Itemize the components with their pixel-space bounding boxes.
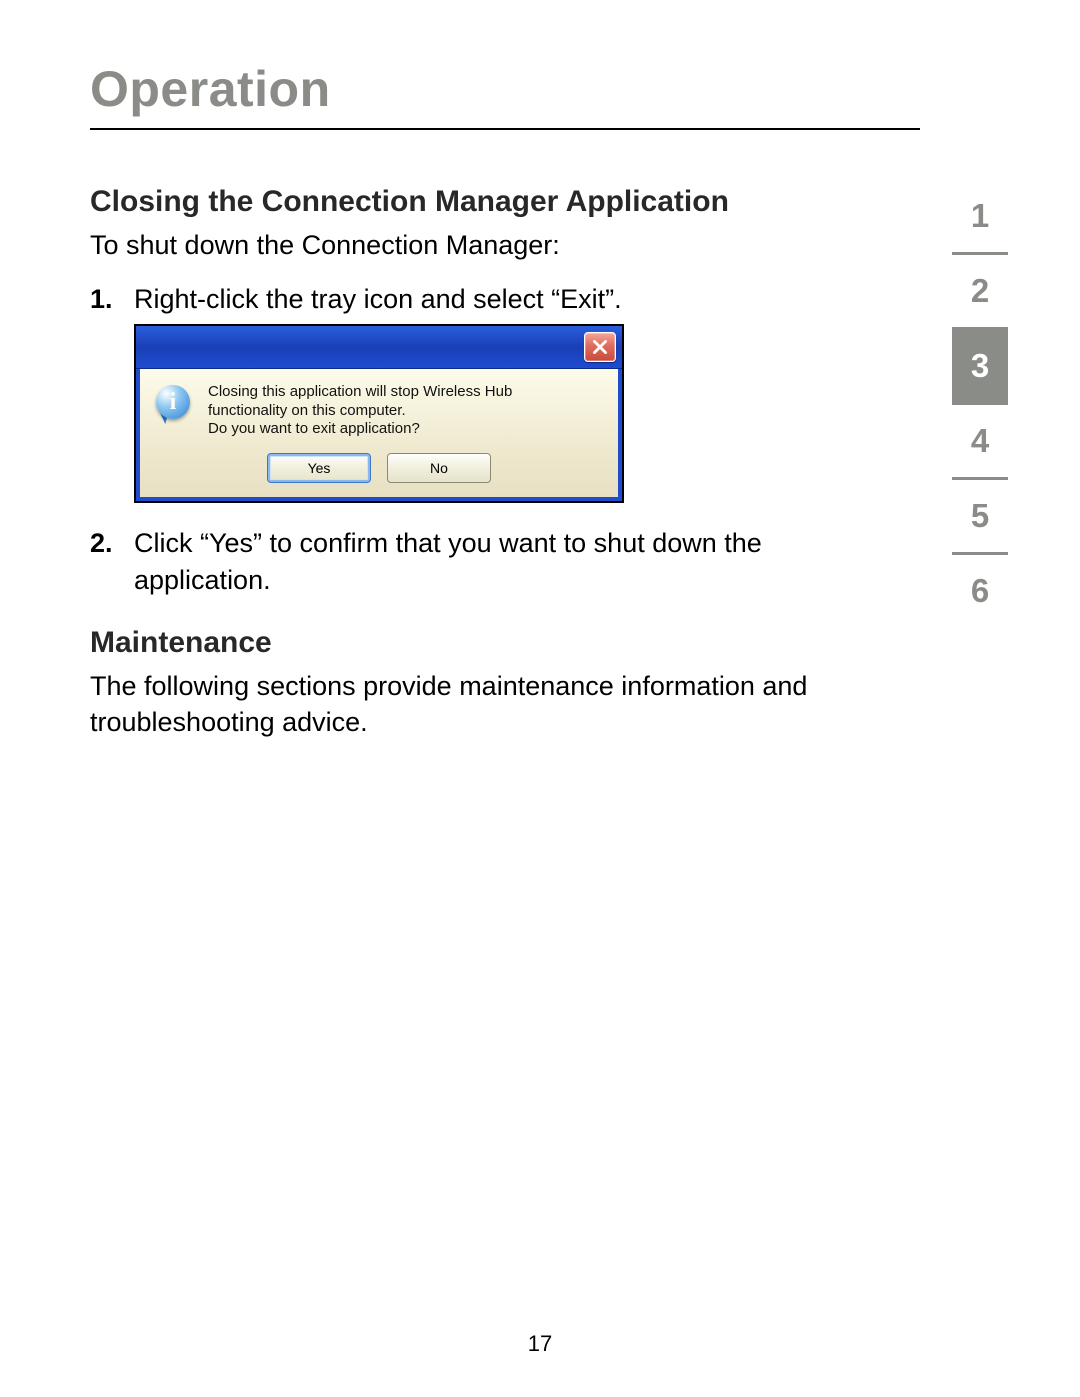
title-rule xyxy=(90,128,920,130)
section-nav: 1 2 3 4 5 6 xyxy=(952,180,1008,627)
dialog-line1: Closing this application will stop Wirel… xyxy=(208,383,512,400)
section-nav-5[interactable]: 5 xyxy=(952,480,1008,555)
dialog-line2: functionality on this computer. xyxy=(208,402,406,419)
step-1: 1. Right-click the tray icon and select … xyxy=(90,281,830,503)
info-glyph: i xyxy=(170,386,177,418)
section-nav-4[interactable]: 4 xyxy=(952,405,1008,480)
page-title: Operation xyxy=(90,60,1020,118)
dialog-buttons: Yes No xyxy=(136,447,622,501)
closing-steps: 1. Right-click the tray icon and select … xyxy=(90,281,830,598)
section-nav-6[interactable]: 6 xyxy=(952,555,1008,627)
closing-intro: To shut down the Connection Manager: xyxy=(90,227,830,263)
dialog-titlebar xyxy=(136,326,622,369)
main-content: Closing the Connection Manager Applicati… xyxy=(90,185,830,741)
maintenance-heading: Maintenance xyxy=(90,626,830,660)
step-2-text: Click “Yes” to confirm that you want to … xyxy=(134,528,762,594)
exit-dialog-screenshot: i Closing this application will stop Wir… xyxy=(134,324,624,503)
step-2: 2. Click “Yes” to confirm that you want … xyxy=(90,525,830,598)
step-1-number: 1. xyxy=(90,281,113,317)
step-2-number: 2. xyxy=(90,525,113,561)
dialog-message: Closing this application will stop Wirel… xyxy=(208,383,604,439)
section-nav-2[interactable]: 2 xyxy=(952,255,1008,330)
yes-button[interactable]: Yes xyxy=(267,453,371,483)
section-nav-1[interactable]: 1 xyxy=(952,180,1008,255)
dialog-line3: Do you want to exit application? xyxy=(208,420,420,437)
exit-dialog: i Closing this application will stop Wir… xyxy=(136,326,622,501)
section-nav-3[interactable]: 3 xyxy=(952,330,1008,405)
closing-heading: Closing the Connection Manager Applicati… xyxy=(90,185,830,219)
step-1-text: Right-click the tray icon and select “Ex… xyxy=(134,284,622,314)
page-number: 17 xyxy=(0,1331,1080,1357)
info-icon: i xyxy=(154,383,196,439)
dialog-body: i Closing this application will stop Wir… xyxy=(136,369,622,447)
close-icon[interactable] xyxy=(584,332,616,362)
maintenance-body: The following sections provide maintenan… xyxy=(90,668,830,741)
no-button[interactable]: No xyxy=(387,453,491,483)
